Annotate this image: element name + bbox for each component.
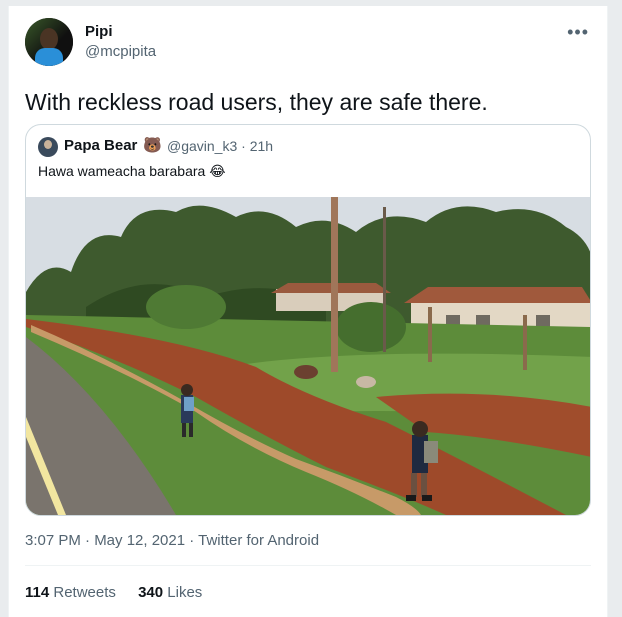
- rock: [294, 365, 318, 379]
- quoted-text-body: Hawa wameacha barabara: [38, 163, 206, 179]
- quoted-author-meta: @gavin_k3 · 21h: [167, 138, 274, 154]
- utility-pole: [383, 207, 386, 352]
- laughing-emoji-icon: 😂: [209, 163, 226, 179]
- engagement-stats: 114 Retweets 340 Likes: [25, 584, 220, 601]
- retweets-label[interactable]: Retweets: [53, 584, 116, 601]
- more-options-icon[interactable]: •••: [567, 22, 589, 43]
- roof-right: [404, 287, 590, 303]
- quoted-tweet-text: Hawa wameacha barabara 😂: [38, 163, 226, 180]
- fence-post: [428, 307, 432, 362]
- utility-pole: [331, 197, 338, 372]
- bush: [336, 302, 406, 352]
- author-handle[interactable]: @mcpipita: [85, 43, 156, 60]
- author-name[interactable]: Pipi: [85, 23, 113, 40]
- divider: [25, 565, 591, 566]
- tweet-text: With reckless road users, they are safe …: [25, 89, 488, 115]
- likes-label[interactable]: Likes: [167, 584, 202, 601]
- fence-post: [523, 315, 527, 370]
- likes-count[interactable]: 340: [138, 584, 163, 601]
- bush: [146, 285, 226, 329]
- author-avatar[interactable]: [25, 18, 73, 66]
- bear-emoji-icon: 🐻: [143, 137, 162, 154]
- quoted-author-name[interactable]: Papa Bear: [64, 137, 137, 154]
- quoted-tweet[interactable]: Papa Bear 🐻 @gavin_k3 · 21h Hawa wameach…: [25, 124, 591, 516]
- quoted-avatar[interactable]: [38, 137, 58, 157]
- rock: [356, 376, 376, 388]
- tweet-card: Pipi @mcpipita ••• With reckless road us…: [8, 6, 608, 617]
- retweets-count[interactable]: 114: [25, 584, 49, 601]
- tweet-timestamp[interactable]: 3:07 PM · May 12, 2021 · Twitter for And…: [25, 532, 319, 549]
- quoted-photo[interactable]: [26, 197, 591, 515]
